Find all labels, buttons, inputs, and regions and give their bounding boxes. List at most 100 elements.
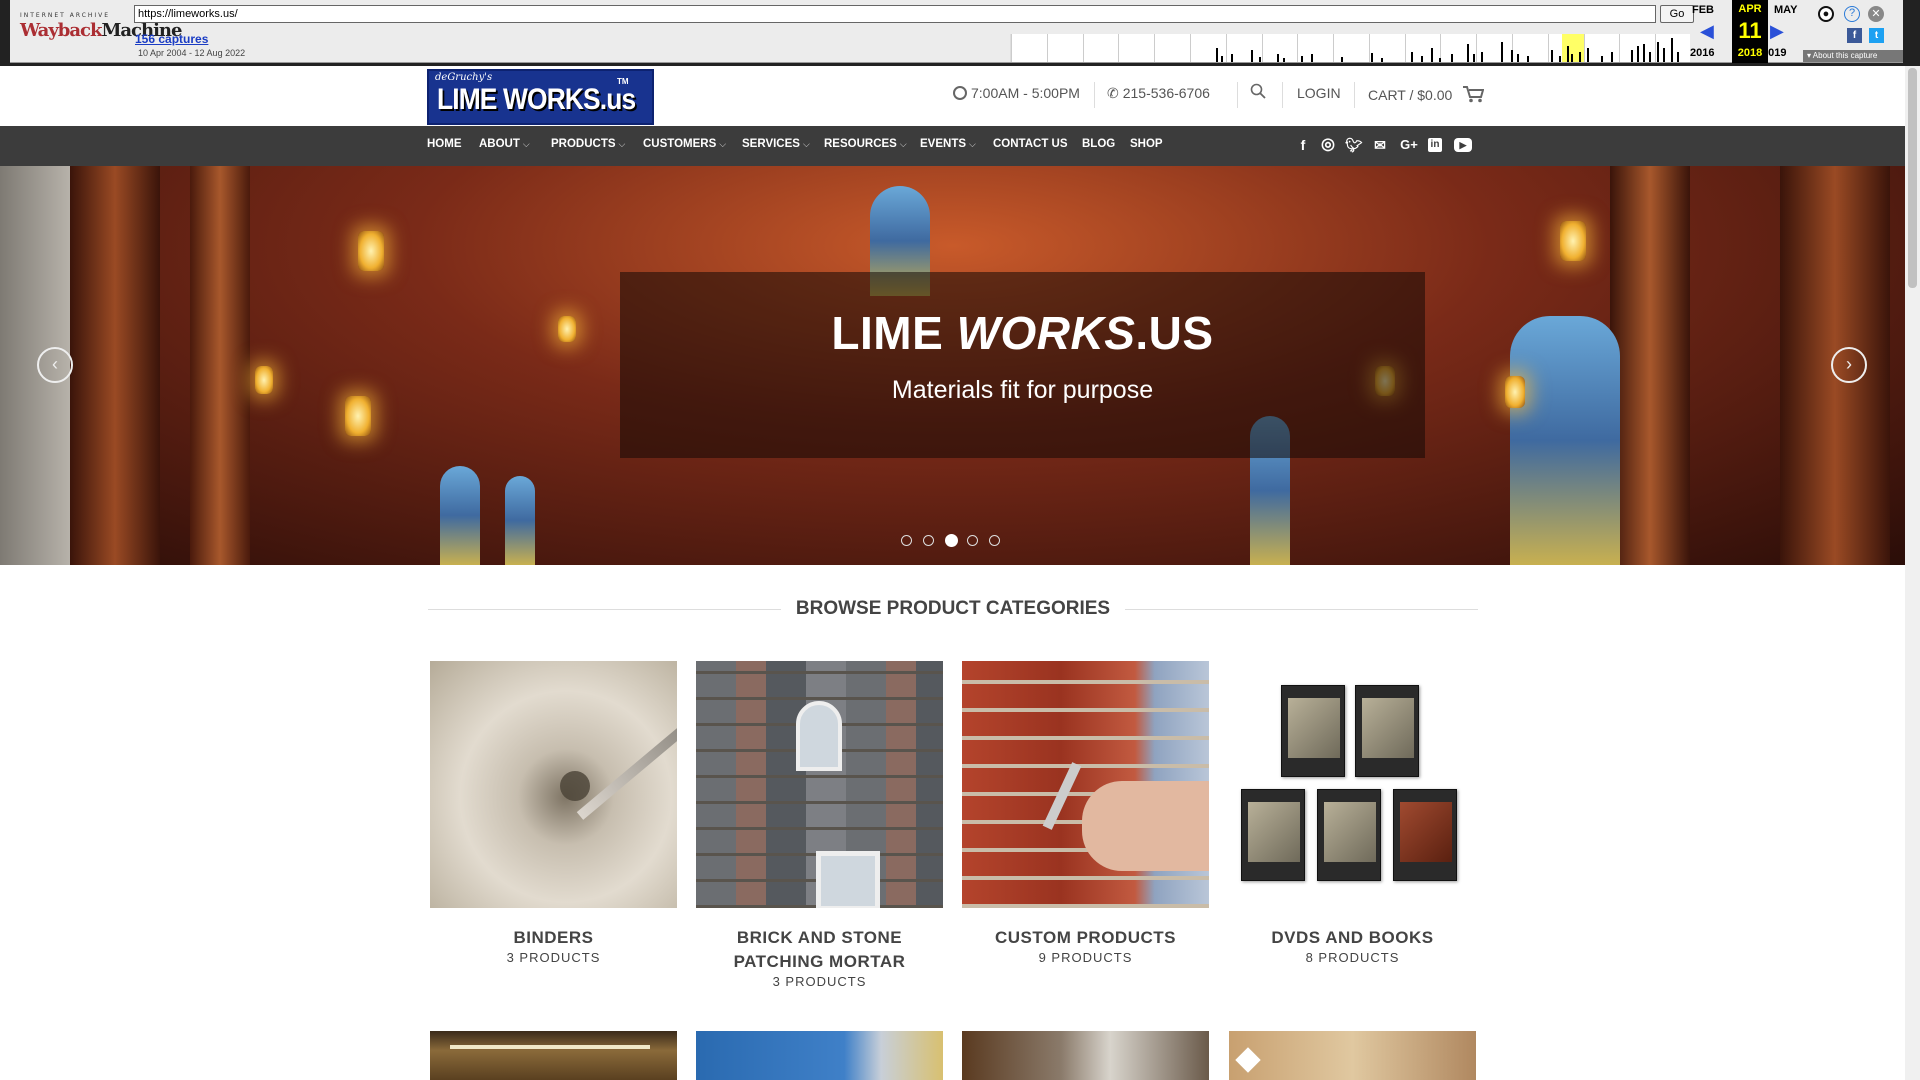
site-logo[interactable]: deGruchy's LIME WORKS.us TM — [427, 69, 654, 125]
slider-dot[interactable] — [945, 534, 958, 547]
slider-next-arrow-icon[interactable]: › — [1831, 347, 1867, 383]
category-name[interactable]: BRICK AND STONE PATCHING MORTAR — [696, 926, 943, 974]
nav-item-services[interactable]: SERVICES ⌵ — [742, 138, 810, 150]
sparkline-year-separator — [1190, 34, 1191, 62]
category-image[interactable] — [430, 661, 677, 908]
sparkline-year-separator — [1154, 34, 1155, 62]
page-scrollbar[interactable] — [1905, 66, 1920, 1080]
slider-dot[interactable] — [923, 535, 934, 546]
twitter-icon[interactable]: 🐦︎ — [1345, 136, 1363, 154]
linkedin-icon[interactable]: in — [1428, 138, 1442, 152]
nav-item-events[interactable]: EVENTS ⌵ — [920, 138, 976, 150]
wayback-go-button[interactable]: Go — [1660, 5, 1694, 23]
sparkline-bar — [1421, 56, 1423, 62]
instagram-icon[interactable]: ◎ — [1319, 136, 1337, 154]
header-divider — [1094, 82, 1095, 108]
category-card-row2[interactable] — [696, 1031, 943, 1080]
youtube-icon[interactable]: ▶ — [1454, 138, 1472, 152]
wayback-prev-month[interactable]: FEB — [1692, 4, 1714, 16]
category-card-row2[interactable] — [430, 1031, 677, 1080]
nav-item-label: PRODUCTS — [551, 138, 616, 150]
nav-item-products[interactable]: PRODUCTS ⌵ — [551, 138, 625, 150]
slider-dot[interactable] — [967, 535, 978, 546]
sparkline-bar — [1501, 42, 1503, 62]
hero-pillar — [1610, 166, 1690, 565]
category-count: 8 PRODUCTS — [1305, 950, 1400, 965]
wayback-next-month[interactable]: MAY — [1774, 4, 1797, 16]
twitter-share-icon[interactable]: t — [1869, 28, 1884, 43]
category-card-row2[interactable] — [962, 1031, 1209, 1080]
wayback-url-input[interactable]: https://limeworks.us/ — [134, 5, 1656, 23]
hero-lamp — [1560, 221, 1586, 261]
email-icon[interactable]: ✉ — [1371, 136, 1389, 154]
sparkline-bar — [1567, 46, 1569, 62]
slider-dot[interactable] — [989, 535, 1000, 546]
facebook-icon[interactable]: f — [1294, 136, 1312, 154]
nav-item-label: RESOURCES — [824, 138, 897, 150]
clock-icon — [953, 86, 967, 100]
category-image[interactable] — [696, 661, 943, 908]
window-graphic — [796, 701, 842, 771]
category-name[interactable]: CUSTOM PRODUCTS — [962, 926, 1209, 950]
category-name[interactable]: BINDERS — [430, 926, 677, 950]
facebook-share-icon[interactable]: f — [1847, 28, 1862, 43]
sparkline-bar — [1473, 54, 1475, 62]
sparkline-bar — [1301, 56, 1303, 62]
wayback-about-capture[interactable]: ▾ About this capture — [1803, 50, 1903, 62]
hero-lamp — [358, 231, 384, 271]
sparkline-year-separator — [1297, 34, 1298, 62]
wayback-captures-link[interactable]: 156 captures — [135, 32, 208, 46]
nav-item-label: CUSTOMERS — [643, 138, 717, 150]
category-name[interactable]: DVDS AND BOOKS — [1229, 926, 1476, 950]
wayback-date-range: 10 Apr 2004 - 12 Aug 2022 — [138, 48, 246, 58]
wayback-current-month: APR — [1738, 3, 1762, 15]
nav-item-about[interactable]: ABOUT ⌵ — [479, 138, 530, 150]
category-card-dvds-books[interactable]: DVDS AND BOOKS 8 PRODUCTS — [1229, 661, 1476, 965]
category-card-binders[interactable]: BINDERS 3 PRODUCTS — [430, 661, 677, 965]
category-image[interactable] — [962, 661, 1209, 908]
nav-item-home[interactable]: HOME — [427, 138, 462, 150]
sparkline-bar — [1579, 52, 1581, 62]
hero-title: LIME WORKS.US — [831, 307, 1214, 359]
login-link[interactable]: LOGIN — [1297, 85, 1341, 101]
nav-item-contact-us[interactable]: CONTACT US — [993, 138, 1068, 150]
cart-link[interactable]: CART / $0.00 — [1368, 85, 1485, 106]
category-card-row2[interactable] — [1229, 1031, 1476, 1080]
logo-big-text: LIME WORKS.us — [437, 83, 636, 116]
nav-item-label: ABOUT — [479, 138, 520, 150]
category-image[interactable] — [1229, 661, 1476, 908]
wayback-logo[interactable]: INTERNET ARCHIVE WaybackMachine — [20, 12, 182, 52]
tool-graphic — [1042, 762, 1082, 830]
google-plus-icon[interactable]: G+ — [1397, 136, 1421, 154]
wayback-prev-arrow-icon[interactable]: ◀ — [1700, 21, 1714, 42]
help-icon[interactable]: ? — [1844, 6, 1860, 22]
nav-item-shop[interactable]: SHOP — [1130, 138, 1163, 150]
category-card-brick-stone[interactable]: BRICK AND STONE PATCHING MORTAR 3 PRODUC… — [696, 661, 943, 989]
phone-icon: ✆ — [1107, 85, 1119, 101]
nav-item-resources[interactable]: RESOURCES ⌵ — [824, 138, 907, 150]
dvd-cover — [1281, 685, 1345, 777]
window-graphic — [816, 851, 880, 908]
nav-item-blog[interactable]: BLOG — [1082, 138, 1115, 150]
user-icon[interactable]: ● — [1818, 6, 1834, 22]
category-count: 3 PRODUCTS — [506, 950, 601, 965]
phone[interactable]: ✆ 215-536-6706 — [1107, 85, 1210, 102]
slider-prev-arrow-icon[interactable]: ‹ — [37, 347, 73, 383]
sparkline-bar — [1259, 57, 1261, 62]
wayback-next-arrow-icon[interactable]: ▶ — [1770, 21, 1784, 42]
wayback-prev-year: 2016 — [1690, 47, 1715, 59]
category-card-custom-products[interactable]: CUSTOM PRODUCTS 9 PRODUCTS — [962, 661, 1209, 965]
sparkline-year-separator — [1548, 34, 1549, 62]
nav-item-label: HOME — [427, 138, 462, 150]
close-icon[interactable]: ✕ — [1868, 6, 1884, 22]
hero-stained-glass — [1510, 316, 1620, 565]
wayback-sparkline[interactable] — [1010, 34, 1690, 62]
nav-item-customers[interactable]: CUSTOMERS ⌵ — [643, 138, 726, 150]
slider-dot[interactable] — [901, 535, 912, 546]
chevron-down-icon: ⌵ — [522, 139, 530, 149]
scrollbar-thumb[interactable] — [1908, 68, 1917, 288]
hours: 7:00AM - 5:00PM — [953, 85, 1080, 101]
hero-slider: LIME WORKS.US Materials fit for purpose … — [0, 166, 1905, 565]
search-icon[interactable] — [1250, 83, 1266, 102]
hero-lamp — [255, 366, 273, 394]
